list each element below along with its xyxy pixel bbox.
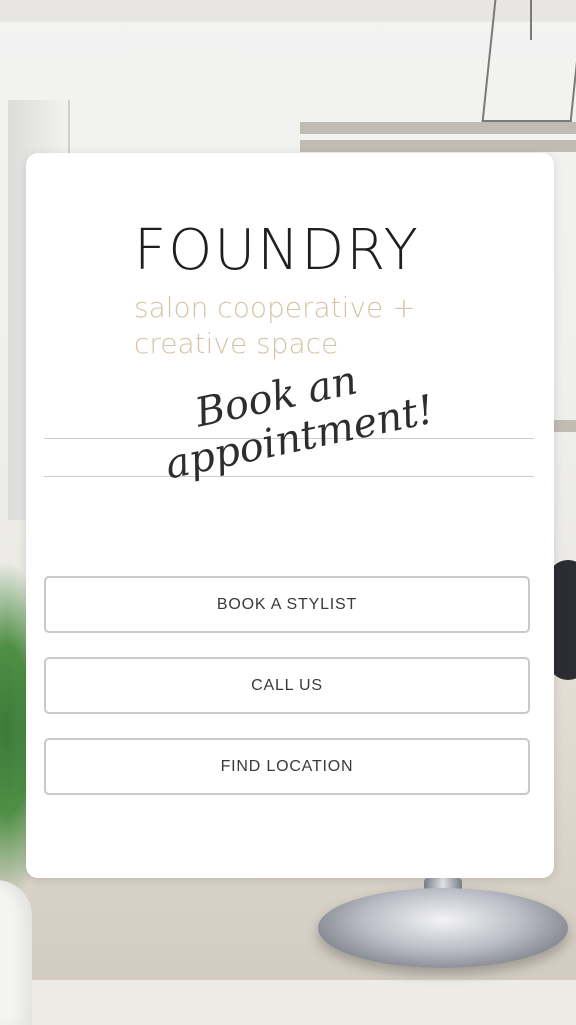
brand-subtitle-line1: salon cooperative + — [134, 291, 416, 324]
book-stylist-button[interactable]: BOOK A STYLIST — [44, 576, 530, 633]
background-chair-base — [318, 888, 568, 968]
find-location-button[interactable]: FIND LOCATION — [44, 738, 530, 795]
background-ceiling — [0, 0, 576, 22]
divider-bottom — [44, 476, 534, 477]
background-wood-plank — [300, 122, 576, 134]
booking-card: FOUNDRY salon cooperative + creative spa… — [26, 153, 554, 878]
background-plant-pot — [0, 880, 32, 1025]
background-floor-strip — [0, 980, 576, 1025]
brand-subtitle: salon cooperative + creative space — [134, 290, 416, 362]
background-wood-plank — [300, 140, 576, 152]
background-pendant-lamp — [481, 0, 576, 122]
brand-title: FOUNDRY — [134, 218, 420, 283]
brand-subtitle-line2: creative space — [134, 327, 339, 360]
call-us-button[interactable]: CALL US — [44, 657, 530, 714]
